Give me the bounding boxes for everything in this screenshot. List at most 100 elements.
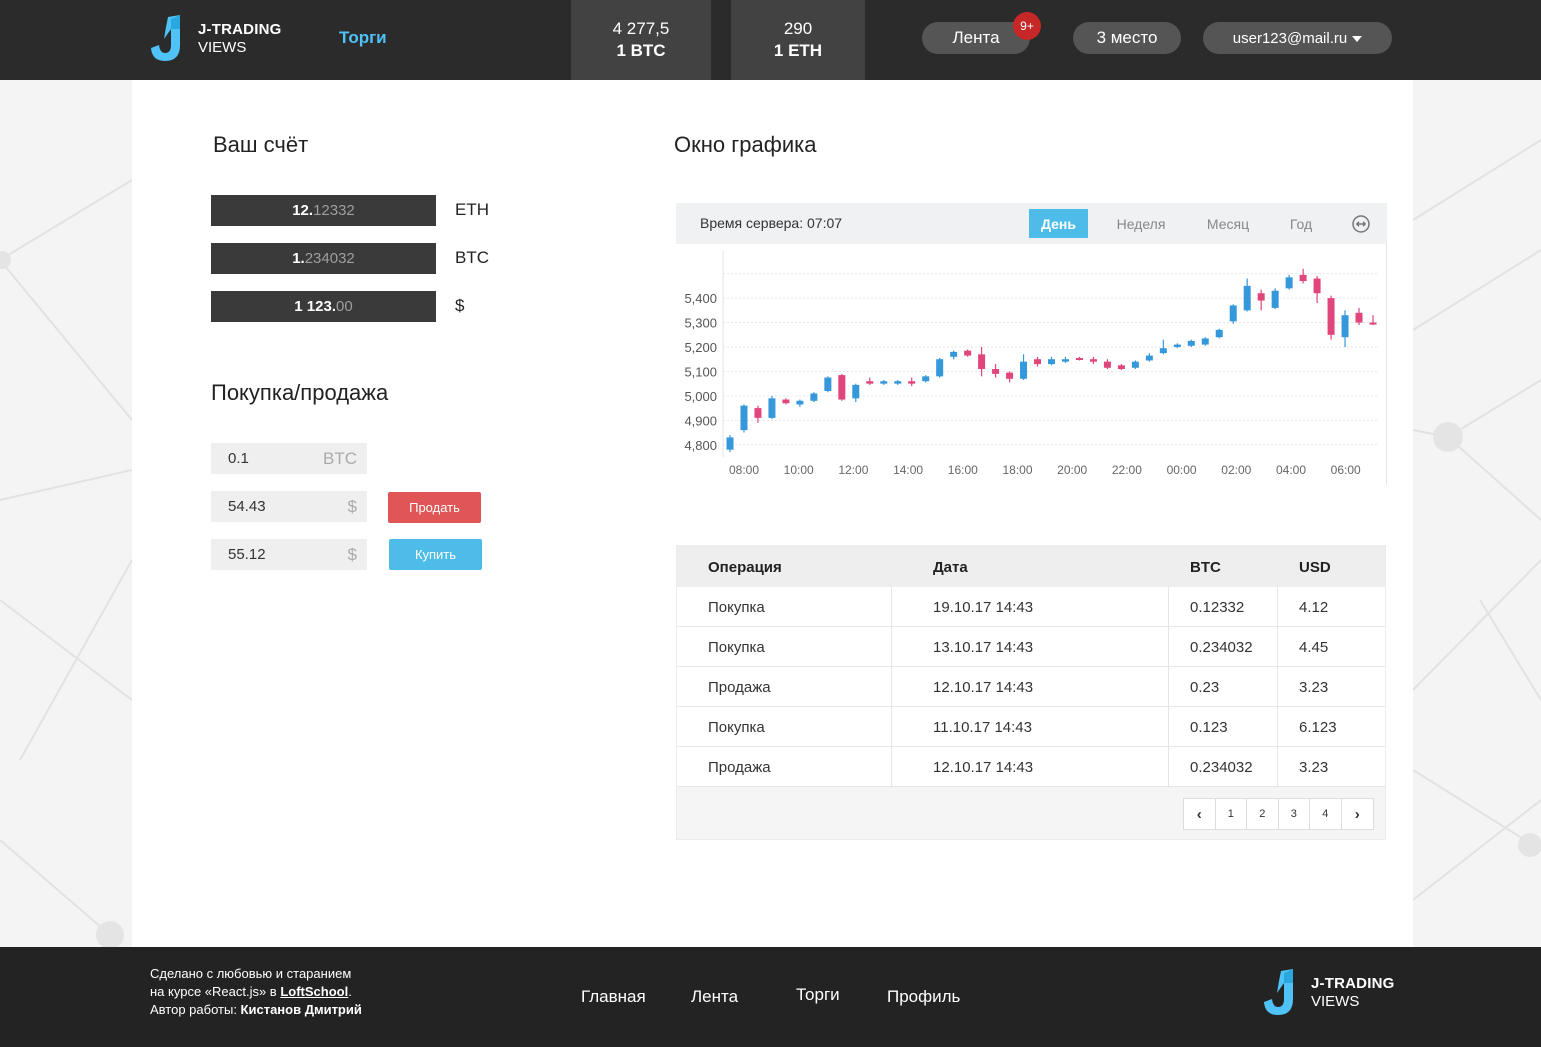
x-tick-label: 14:00 bbox=[893, 463, 923, 477]
eth-balance-int: 12. bbox=[292, 202, 314, 219]
candle-body bbox=[1355, 312, 1363, 323]
table-row: Покупка 13.10.17 14:43 0.234032 4.45 bbox=[677, 627, 1385, 667]
candle-body bbox=[1285, 277, 1293, 289]
eth-rate-tile[interactable]: 290 1 ETH bbox=[731, 0, 865, 80]
candle-body bbox=[1257, 293, 1265, 301]
footer-nav-profile[interactable]: Профиль bbox=[887, 987, 960, 1007]
btc-rate-currency: 1 BTC bbox=[616, 41, 666, 60]
footer-nav-home[interactable]: Главная bbox=[581, 987, 646, 1007]
column-divider bbox=[891, 667, 892, 707]
x-tick-label: 12:00 bbox=[838, 463, 868, 477]
table-row: Продажа 12.10.17 14:43 0.23 3.23 bbox=[677, 667, 1385, 707]
candle-body bbox=[950, 351, 958, 357]
column-divider bbox=[891, 707, 892, 747]
column-divider bbox=[891, 587, 892, 627]
cell-operation: Покупка bbox=[708, 639, 765, 656]
footer-logo[interactable]: J-TRADING VIEWS bbox=[1263, 969, 1394, 1017]
candlestick-chart[interactable]: 4,800 4,900 5,000 5,100 5,200 5,300 5,400 08:00… bbox=[676, 244, 1387, 485]
buy-price-input[interactable]: 55.12 $ bbox=[211, 539, 367, 570]
page-4-button[interactable]: 4 bbox=[1310, 799, 1342, 829]
x-tick-label: 22:00 bbox=[1112, 463, 1142, 477]
btc-balance: 1. 234032 bbox=[211, 243, 436, 274]
logo-j-icon bbox=[1264, 969, 1293, 1015]
candle-body bbox=[1313, 278, 1321, 294]
y-tick-label: 5,000 bbox=[684, 389, 717, 404]
column-divider bbox=[1168, 667, 1169, 707]
expand-icon[interactable] bbox=[1352, 215, 1370, 233]
buy-button[interactable]: Купить bbox=[389, 539, 482, 570]
footer-nav-trading[interactable]: Торги bbox=[796, 985, 840, 1005]
column-divider bbox=[1277, 707, 1278, 747]
usd-balance: 1 123. 00 bbox=[211, 291, 436, 322]
btc-rate-tile[interactable]: 4 277,5 1 BTC bbox=[571, 0, 711, 80]
footer-nav-feed[interactable]: Лента bbox=[691, 987, 738, 1007]
candle-body bbox=[936, 359, 944, 377]
cell-date: 12.10.17 14:43 bbox=[933, 679, 1034, 696]
chart-window: Время сервера: 07:07 День Неделя Месяц Г… bbox=[676, 203, 1387, 485]
candle-body bbox=[1201, 338, 1209, 345]
loftschool-link[interactable]: LoftSchool bbox=[280, 984, 348, 999]
usd-balance-frac: 00 bbox=[336, 298, 353, 315]
candle-body bbox=[1020, 361, 1028, 379]
candle-body bbox=[1243, 285, 1251, 311]
footer-line-1: Сделано с любовью и старанием bbox=[150, 966, 352, 981]
period-week-tab[interactable]: Неделя bbox=[1106, 209, 1176, 238]
y-tick-label: 4,900 bbox=[684, 413, 717, 428]
page-3-button[interactable]: 3 bbox=[1279, 799, 1310, 829]
usd-balance-currency: $ bbox=[455, 296, 465, 315]
cell-date: 13.10.17 14:43 bbox=[933, 639, 1034, 656]
period-year-tab[interactable]: Год bbox=[1280, 209, 1322, 238]
candle-body bbox=[1145, 355, 1153, 361]
candle-body bbox=[1215, 329, 1223, 338]
y-tick-label: 5,300 bbox=[684, 316, 717, 331]
page-2-button[interactable]: 2 bbox=[1247, 799, 1279, 829]
amount-unit: BTC bbox=[323, 448, 357, 468]
candle-body bbox=[1299, 274, 1307, 281]
btc-rate-value: 4 277,5 bbox=[612, 19, 670, 38]
candle-body bbox=[1173, 344, 1181, 347]
page-footer: Сделано с любовью и старанием на курсе «… bbox=[0, 947, 1541, 1047]
user-menu-button[interactable]: user123@mail.ru bbox=[1203, 22, 1392, 54]
x-tick-label: 10:00 bbox=[784, 463, 814, 477]
header-logo[interactable]: J-TRADING VIEWS bbox=[150, 15, 281, 63]
sell-price-unit: $ bbox=[347, 496, 357, 516]
buy-price-unit: $ bbox=[347, 544, 357, 564]
prev-page-button[interactable]: ‹ bbox=[1184, 799, 1216, 829]
column-divider bbox=[1168, 747, 1169, 787]
footer-credits: Сделано с любовью и старанием на курсе «… bbox=[150, 965, 362, 1019]
table-header: Операция Дата BTC USD bbox=[677, 546, 1385, 587]
period-month-tab[interactable]: Месяц bbox=[1196, 209, 1260, 238]
sell-price-input[interactable]: 54.43 $ bbox=[211, 491, 367, 522]
candle-body bbox=[796, 400, 804, 405]
x-tick-label: 04:00 bbox=[1276, 463, 1306, 477]
candle-body bbox=[810, 393, 818, 401]
col-operation-header: Операция bbox=[708, 559, 782, 576]
y-tick-label: 4,800 bbox=[684, 438, 717, 453]
candle-body bbox=[880, 381, 888, 384]
candle-body bbox=[1327, 298, 1335, 335]
sell-button[interactable]: Продать bbox=[388, 492, 481, 523]
candle-body bbox=[852, 384, 860, 399]
chart-toolbar: Время сервера: 07:07 День Неделя Месяц Г… bbox=[676, 203, 1387, 244]
btc-balance-currency: BTC bbox=[455, 248, 489, 267]
y-tick-label: 5,200 bbox=[684, 340, 717, 355]
rank-button[interactable]: 3 место bbox=[1073, 22, 1181, 54]
chart-panel-title: Окно графика bbox=[674, 132, 817, 157]
col-date-header: Дата bbox=[933, 559, 968, 576]
cell-operation: Продажа bbox=[708, 679, 771, 696]
nav-trading-link[interactable]: Торги bbox=[339, 28, 387, 48]
amount-input[interactable]: 0.1 BTC bbox=[211, 443, 367, 474]
next-page-button[interactable]: › bbox=[1342, 799, 1374, 829]
column-divider bbox=[1168, 707, 1169, 747]
column-divider bbox=[1277, 627, 1278, 667]
candle-body bbox=[1159, 348, 1167, 354]
cell-usd: 4.12 bbox=[1299, 599, 1329, 616]
eth-balance-currency: ETH bbox=[455, 200, 489, 219]
cell-btc: 0.12332 bbox=[1190, 599, 1245, 616]
page-1-button[interactable]: 1 bbox=[1216, 799, 1247, 829]
candle-body bbox=[782, 399, 790, 404]
candle-body bbox=[740, 405, 748, 431]
period-day-tab[interactable]: День bbox=[1029, 209, 1088, 238]
column-divider bbox=[1168, 587, 1169, 627]
candle-body bbox=[922, 376, 930, 382]
